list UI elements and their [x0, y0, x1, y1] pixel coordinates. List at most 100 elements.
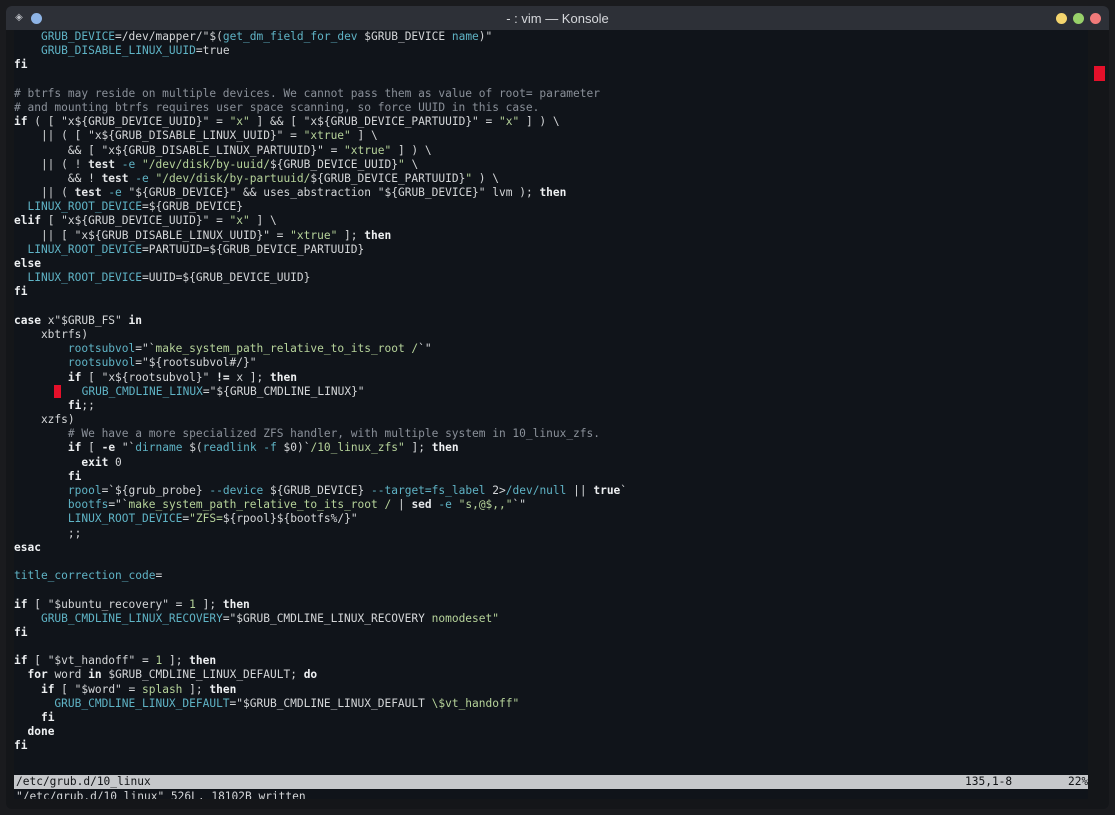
code-token: ="$GRUB_CMDLINE_LINUX_RECOVERY — [222, 611, 432, 625]
konsole-window: ◈ - : vim — Konsole GRUB_DEVICE=/dev/map… — [6, 6, 1109, 809]
code-token: ;; — [81, 398, 95, 412]
code-line: || [ "x${GRUB_DISABLE_LINUX_UUID}" = "xt… — [14, 229, 1088, 243]
code-token: 2> — [485, 484, 506, 497]
code-token: # and mounting btrfs requires user space… — [14, 100, 540, 114]
scrollbar-thumb[interactable] — [1094, 66, 1105, 81]
code-token: ${GRUB_DEVICE_PARTUUID} — [310, 171, 466, 185]
code-token: bootfs — [67, 498, 109, 512]
code-token: = — [155, 569, 163, 583]
code-token: fi — [40, 711, 55, 724]
code-token: LINUX_ROOT_DEVICE — [67, 512, 183, 526]
code-token: `" — [418, 342, 432, 356]
code-token: ="` — [135, 342, 156, 356]
code-line: if [ "$ubuntu_recovery" = 1 ]; then — [14, 598, 1088, 612]
code-token: then — [222, 597, 250, 611]
code-token: esac — [14, 540, 41, 554]
code-line: title_correction_code= — [14, 569, 1088, 583]
code-line: fi — [14, 285, 1088, 299]
code-token: if — [67, 370, 82, 384]
minimize-button[interactable] — [1056, 13, 1067, 24]
code-token: else — [14, 257, 41, 270]
code-token: lvm ); — [485, 186, 540, 200]
code-token: nomodeset" — [431, 611, 499, 625]
code-token: && [ "x${GRUB_DISABLE_LINUX_PARTUUID}" = — [14, 143, 345, 157]
code-token: if — [40, 682, 55, 696]
code-token: ] \ — [249, 214, 277, 228]
maximize-button[interactable] — [1073, 13, 1084, 24]
code-line: if [ "$word" = splash ]; then — [14, 683, 1088, 697]
code-token: xzfs) — [14, 413, 75, 427]
code-token: | — [391, 498, 412, 512]
vim-buffer[interactable]: GRUB_DEVICE=/dev/mapper/"$(get_dm_field_… — [14, 30, 1088, 754]
code-token: =${GRUB_DEVICE} — [142, 200, 244, 214]
code-token: -e — [431, 498, 459, 512]
code-token: dirname — [135, 441, 183, 455]
code-token: GRUB_CMDLINE_LINUX_DEFAULT — [54, 696, 230, 710]
code-token: do — [303, 668, 318, 682]
close-button[interactable] — [1090, 13, 1101, 24]
code-token: in — [128, 313, 142, 327]
statusline-percent: 22% — [1068, 775, 1088, 788]
code-token: [ "$vt_handoff" = — [27, 654, 156, 668]
code-token: splash — [142, 682, 183, 696]
code-token: || — [566, 484, 594, 497]
code-token: ]; — [337, 228, 365, 242]
code-token: readlink -f — [202, 441, 277, 455]
code-line: else — [14, 257, 1088, 271]
code-token: 1 — [189, 597, 196, 611]
code-token: )" — [478, 30, 493, 43]
code-token: rootsubvol — [67, 342, 136, 356]
code-token: ${GRUB_DEVICE} — [263, 484, 372, 497]
code-token: =UUID=${GRUB_DEVICE_UUID} — [142, 271, 311, 285]
code-token: ] ) \ — [391, 143, 432, 157]
code-token: make_system_path_relative_to_its_root / — [155, 342, 419, 356]
code-line: ;; — [14, 527, 1088, 541]
code-token: then — [364, 228, 392, 242]
code-token: "${GRUB_DEVICE}" — [377, 186, 486, 200]
code-token: [ "$word" = — [54, 682, 142, 696]
statusline-position: 135,1-8 — [965, 775, 1013, 788]
code-token: "s,@$,," — [458, 498, 513, 512]
title-bar[interactable]: ◈ - : vim — Konsole — [6, 6, 1109, 30]
code-token: ]; — [195, 597, 223, 611]
code-token: ] ) \ — [519, 115, 560, 129]
code-line: fi;; — [14, 399, 1088, 413]
code-token: LINUX_ROOT_DEVICE — [27, 242, 142, 256]
code-token: -e — [101, 186, 129, 200]
scrollbar[interactable] — [1090, 30, 1109, 799]
code-token: ="` — [108, 498, 129, 512]
code-line: fi — [14, 626, 1088, 640]
code-token: then — [539, 186, 567, 200]
code-line: xzfs) — [14, 413, 1088, 427]
code-token: exit — [81, 455, 109, 469]
terminal-area[interactable]: GRUB_DEVICE=/dev/mapper/"$(get_dm_field_… — [14, 30, 1088, 799]
code-token: fi — [14, 739, 28, 753]
code-token: "/dev/disk/by-partuuid/ — [155, 171, 311, 185]
code-token: make_system_path_relative_to_its_root / — [128, 498, 392, 512]
code-token: ${GRUB_DEVICE_UUID} — [269, 157, 398, 171]
code-token: name — [451, 30, 479, 43]
code-line: && ! test -e "/dev/disk/by-partuuid/${GR… — [14, 172, 1088, 186]
code-token: 0 — [108, 455, 122, 469]
code-token: "xtrue" — [290, 228, 338, 242]
code-token: || [ "x${GRUB_DISABLE_LINUX_UUID}" = — [14, 228, 291, 242]
code-token: if — [67, 441, 82, 455]
code-token: != — [216, 370, 230, 384]
code-line: || ( ! test -e "/dev/disk/by-uuid/${GRUB… — [14, 158, 1088, 172]
code-token: =`${grub_probe} — [101, 484, 210, 497]
code-token: ="$GRUB_CMDLINE_LINUX_DEFAULT — [229, 696, 432, 710]
code-line: fi — [14, 58, 1088, 72]
code-token: elif — [14, 214, 41, 228]
